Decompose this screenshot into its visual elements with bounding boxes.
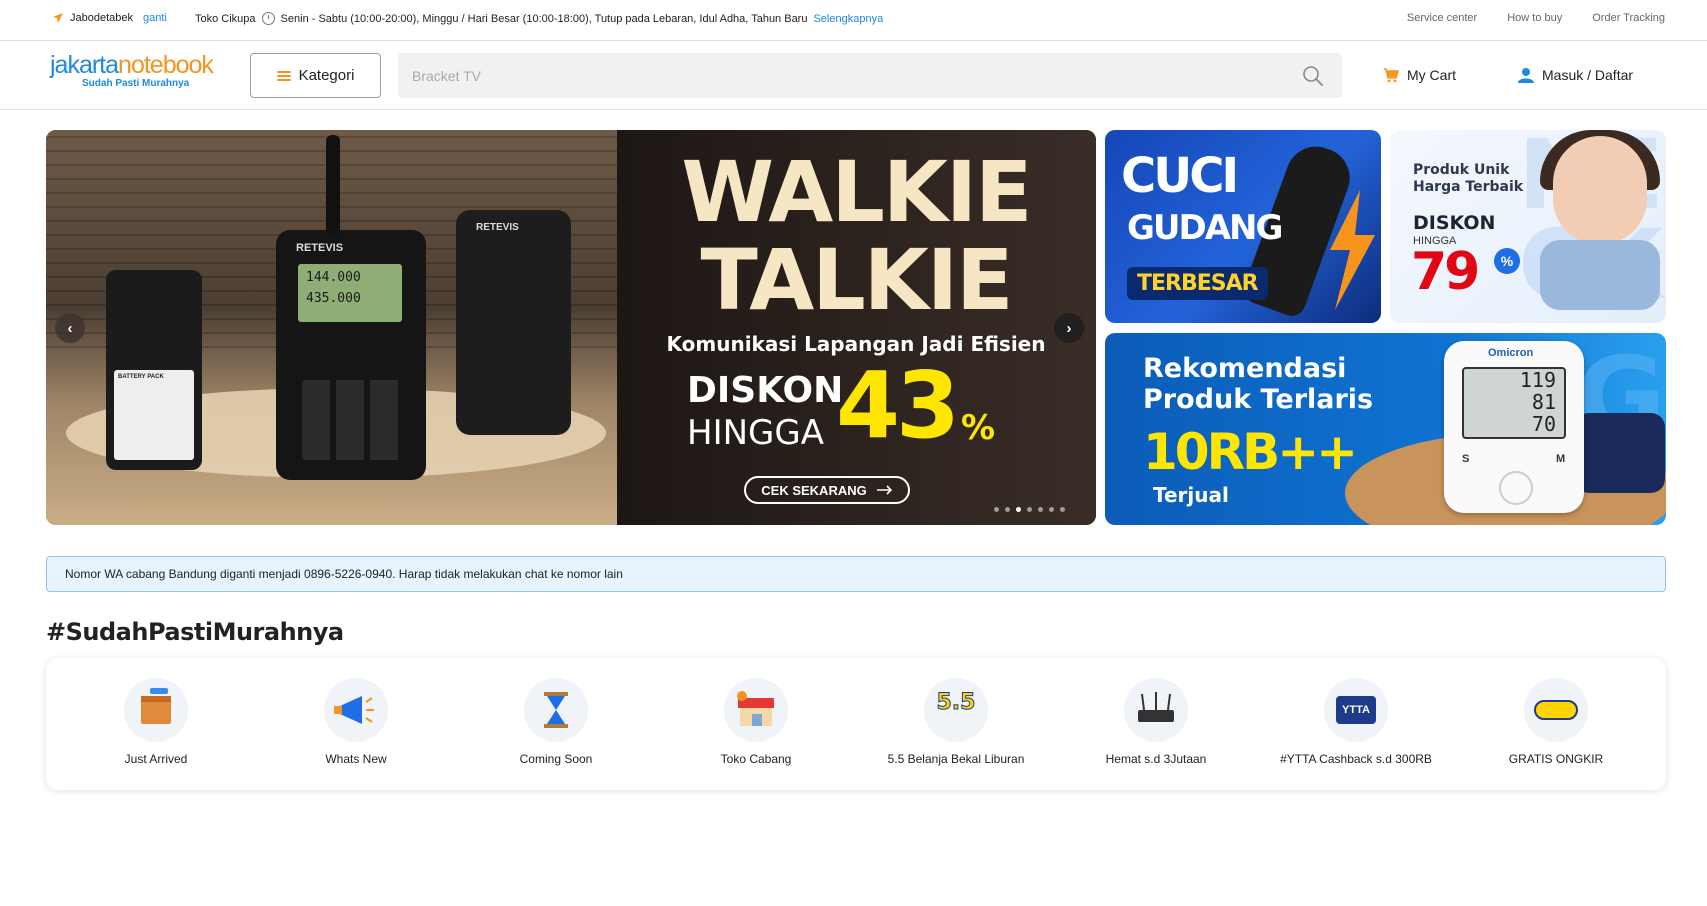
top-links: Service center How to buy Order Tracking bbox=[1407, 12, 1665, 24]
radio-image-1: RETEVIS 144.000 435.000 bbox=[276, 135, 426, 480]
hero-discount-label: DISKON bbox=[687, 370, 844, 411]
category-ytta-cashback[interactable]: YTTA #YTTA Cashback s.d 300RB bbox=[1256, 678, 1456, 766]
search-input[interactable] bbox=[412, 67, 1292, 84]
ytta-icon: YTTA bbox=[1324, 678, 1388, 742]
category-just-arrived[interactable]: Just Arrived bbox=[56, 678, 256, 766]
store-hours-text: Senin - Sabtu (10:00-20:00), Minggu / Ha… bbox=[280, 12, 808, 25]
store-icon bbox=[724, 678, 788, 742]
location-arrow-icon bbox=[53, 13, 63, 23]
main-header: jakartanotebook Sudah Pasti Murahnya Kat… bbox=[0, 41, 1707, 110]
neck-brace-image bbox=[1540, 240, 1660, 310]
carousel-dot[interactable] bbox=[994, 507, 999, 512]
category-whats-new[interactable]: Whats New bbox=[256, 678, 456, 766]
battery-pack-image: BATTERY PACK bbox=[106, 270, 202, 470]
category-gratis-ongkir[interactable]: GRATIS ONGKIR bbox=[1456, 678, 1656, 766]
how-to-buy-link[interactable]: How to buy bbox=[1507, 12, 1562, 24]
carousel-next-button[interactable]: › bbox=[1054, 313, 1084, 343]
logo-tagline: Sudah Pasti Murahnya bbox=[82, 78, 190, 89]
hero-carousel[interactable]: BATTERY PACK RETEVIS 144.000 435.000 RET… bbox=[46, 130, 1096, 525]
carousel-dots bbox=[994, 507, 1065, 512]
hero-cta-button[interactable]: CEK SEKARANG bbox=[744, 476, 910, 504]
cart-button[interactable]: My Cart bbox=[1383, 67, 1456, 83]
promo-55-icon: 5.5 bbox=[924, 678, 988, 742]
search-bar bbox=[398, 53, 1342, 98]
category-5-5-belanja[interactable]: 5.5 5.5 Belanja Bekal Liburan bbox=[856, 678, 1056, 766]
announcement-banner: Nomor WA cabang Bandung diganti menjadi … bbox=[46, 556, 1666, 592]
search-icon[interactable] bbox=[1302, 65, 1324, 87]
hero-percent-sign: % bbox=[961, 408, 996, 448]
category-shortcuts: Just Arrived Whats New Coming Soon Toko … bbox=[46, 658, 1666, 790]
model-image bbox=[1553, 136, 1647, 244]
carousel-dot[interactable] bbox=[1060, 507, 1065, 512]
user-icon bbox=[1518, 68, 1534, 83]
category-coming-soon[interactable]: Coming Soon bbox=[456, 678, 656, 766]
hero-cta-label: CEK SEKARANG bbox=[761, 482, 867, 498]
banner-rekomendasi[interactable]: G Omicron 119 81 70 S M Rekomendasi Produk … bbox=[1105, 333, 1666, 525]
store-hours-more-link[interactable]: Selengkapnya bbox=[813, 13, 883, 25]
hero-upto-label: HINGGA bbox=[687, 413, 824, 453]
service-center-link[interactable]: Service center bbox=[1407, 12, 1477, 24]
category-toko-cabang[interactable]: Toko Cabang bbox=[656, 678, 856, 766]
site-logo[interactable]: jakartanotebook Sudah Pasti Murahnya bbox=[50, 51, 235, 93]
chevron-right-icon: › bbox=[1066, 319, 1072, 337]
section-title: #SudahPastiMurahnya bbox=[46, 618, 344, 646]
hero-discount-value: 43 bbox=[836, 352, 960, 459]
category-hemat-3jutaan[interactable]: Hemat s.d 3Jutaan bbox=[1056, 678, 1256, 766]
clock-icon bbox=[261, 12, 275, 25]
carousel-dot[interactable] bbox=[1027, 507, 1032, 512]
carousel-dot[interactable] bbox=[1038, 507, 1043, 512]
blood-pressure-monitor-image: Omicron 119 81 70 S M bbox=[1444, 341, 1584, 513]
logo-wordmark: jakartanotebook bbox=[50, 51, 214, 79]
carousel-dot[interactable] bbox=[1016, 507, 1021, 512]
login-register-button[interactable]: Masuk / Daftar bbox=[1518, 67, 1633, 83]
login-register-label: Masuk / Daftar bbox=[1542, 67, 1634, 83]
megaphone-icon bbox=[324, 678, 388, 742]
category-button[interactable]: Kategori bbox=[250, 53, 381, 98]
carousel-prev-button[interactable]: ‹ bbox=[55, 313, 85, 343]
radio-image-2: RETEVIS bbox=[456, 210, 571, 435]
box-icon bbox=[124, 678, 188, 742]
category-button-label: Kategori bbox=[298, 67, 355, 84]
change-location-link[interactable]: ganti bbox=[143, 12, 167, 24]
carousel-dot[interactable] bbox=[1049, 507, 1054, 512]
arrow-right-icon bbox=[876, 485, 892, 495]
store-hours: Toko Cikupa Senin - Sabtu (10:00-20:00),… bbox=[195, 12, 883, 25]
chevron-left-icon: ‹ bbox=[67, 319, 73, 337]
cart-label: My Cart bbox=[1407, 67, 1456, 83]
location-selector[interactable]: Jabodetabek ganti bbox=[52, 12, 167, 24]
cuff-image bbox=[1575, 413, 1665, 493]
lightning-icon bbox=[1330, 190, 1375, 310]
store-name: Toko Cikupa bbox=[195, 12, 256, 25]
cart-icon bbox=[1384, 67, 1399, 82]
order-tracking-link[interactable]: Order Tracking bbox=[1592, 12, 1665, 24]
router-icon bbox=[1124, 678, 1188, 742]
menu-icon bbox=[276, 70, 291, 81]
banner-produk-unik[interactable]: NECK Produk UnikHarga Terbaik DISKON HIN… bbox=[1390, 130, 1666, 323]
location-name: Jabodetabek bbox=[70, 12, 133, 24]
free-shipping-icon bbox=[1524, 678, 1588, 742]
hourglass-icon bbox=[524, 678, 588, 742]
top-info-bar: Jabodetabek ganti Toko Cikupa Senin - Sa… bbox=[0, 0, 1707, 41]
carousel-dot[interactable] bbox=[1005, 507, 1010, 512]
hero-title: WALKIE TALKIE bbox=[681, 143, 1032, 329]
banner-cuci-gudang[interactable]: CUCI GUDANG TERBESAR bbox=[1105, 130, 1381, 323]
